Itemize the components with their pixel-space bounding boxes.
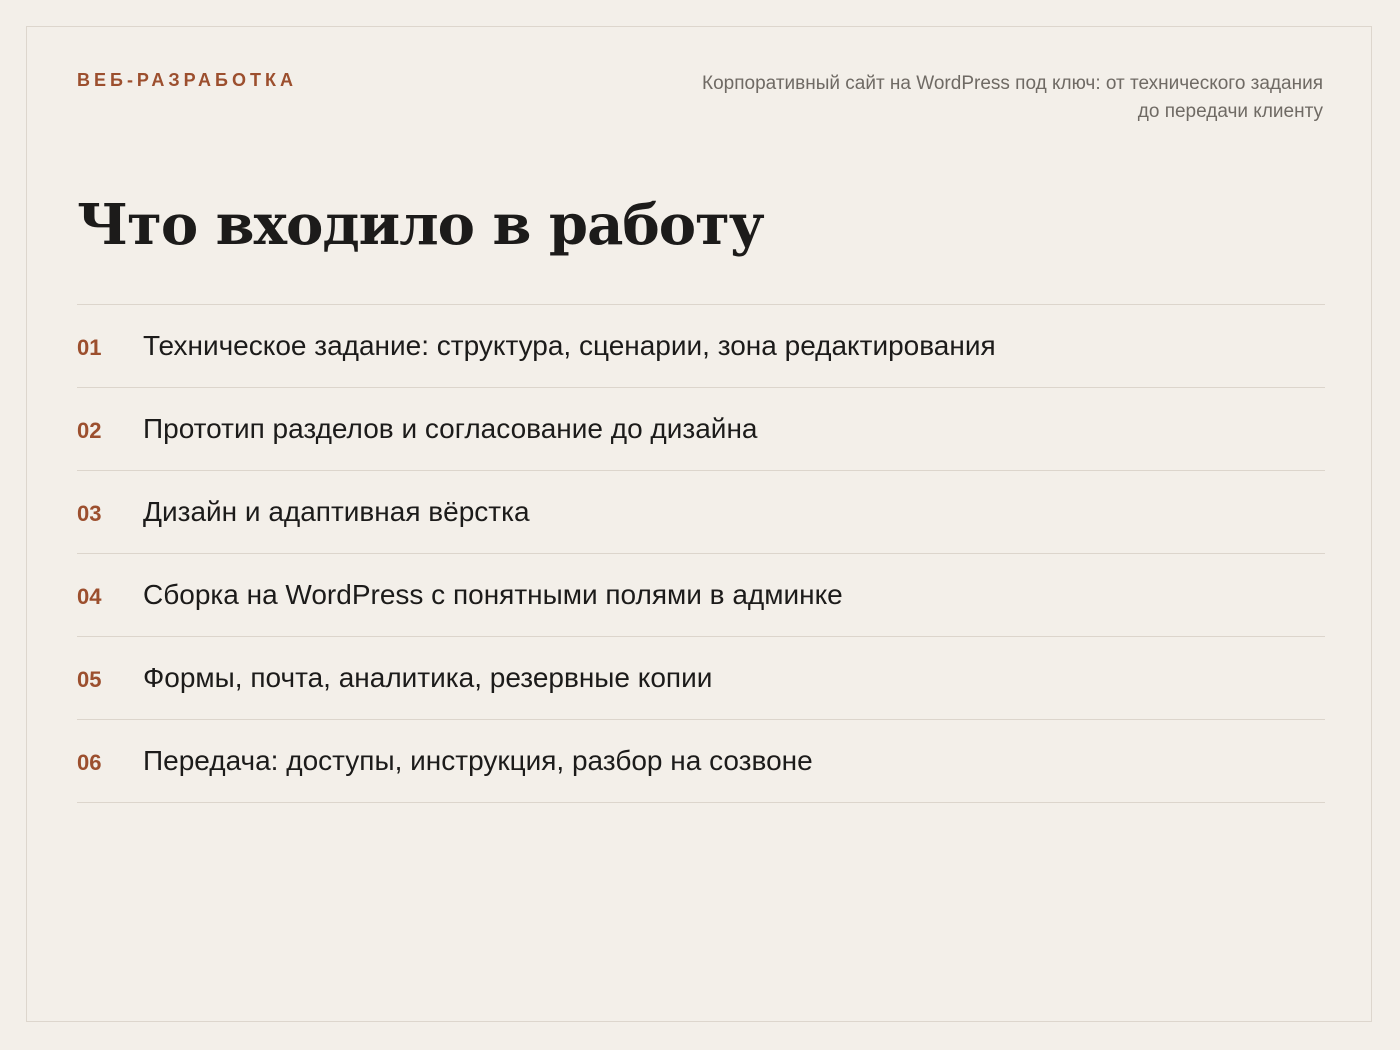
list-item: 03 Дизайн и адаптивная вёрстка — [77, 471, 1325, 554]
page-frame: ВЕБ-РАЗРАБОТКА Корпоративный сайт на Wor… — [26, 26, 1372, 1022]
list-item: 01 Техническое задание: структура, сцена… — [77, 305, 1325, 388]
list-item: 05 Формы, почта, аналитика, резервные ко… — [77, 637, 1325, 720]
item-text: Прототип разделов и согласование до диза… — [143, 413, 758, 444]
work-list: 01 Техническое задание: структура, сцена… — [77, 304, 1325, 803]
item-number: 03 — [77, 501, 102, 526]
page-title: Что входило в работу — [77, 192, 765, 258]
item-number: 06 — [77, 750, 102, 775]
list-item: 06 Передача: доступы, инструкция, разбор… — [77, 720, 1325, 803]
item-text: Дизайн и адаптивная вёрстка — [143, 496, 530, 527]
item-number: 01 — [77, 335, 102, 360]
item-text: Формы, почта, аналитика, резервные копии — [143, 662, 713, 693]
item-number: 05 — [77, 667, 102, 692]
item-number: 02 — [77, 418, 102, 443]
list-item: 04 Сборка на WordPress с понятными полям… — [77, 554, 1325, 637]
item-text: Техническое задание: структура, сценарии… — [143, 330, 996, 361]
list-item: 02 Прототип разделов и согласование до д… — [77, 388, 1325, 471]
item-number: 04 — [77, 584, 102, 609]
project-subtitle: Корпоративный сайт на WordPress под ключ… — [702, 73, 1323, 122]
item-text: Сборка на WordPress с понятными полями в… — [143, 579, 843, 610]
item-text: Передача: доступы, инструкция, разбор на… — [143, 745, 813, 776]
category-label: ВЕБ-РАЗРАБОТКА — [77, 70, 297, 90]
